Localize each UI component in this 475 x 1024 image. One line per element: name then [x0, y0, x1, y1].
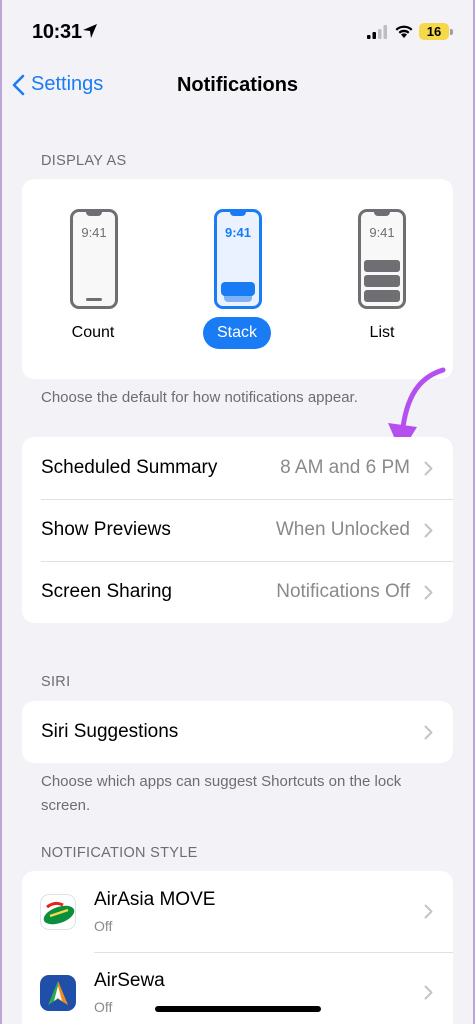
- count-phone-icon: 9:41: [70, 209, 118, 309]
- screen-sharing-label: Screen Sharing: [41, 581, 172, 602]
- siri-header: SIRI: [41, 674, 71, 690]
- chevron-right-icon: [424, 904, 433, 919]
- airsewa-app-icon: [40, 974, 76, 1011]
- battery-indicator: 16: [419, 23, 449, 40]
- page-title: Notifications: [176, 74, 299, 96]
- battery-cap: [450, 29, 453, 35]
- siri-suggestions-row[interactable]: Siri Suggestions: [22, 701, 453, 763]
- airasia-move-text: AirAsia MOVE Off: [94, 889, 424, 934]
- display-as-header: DISPLAY AS: [41, 153, 127, 169]
- chevron-right-icon: [424, 985, 433, 1000]
- app-row-airasia-move[interactable]: AirAsia MOVE Off: [22, 871, 453, 952]
- location-arrow-icon: [83, 24, 97, 38]
- cellular-signal-icon: [367, 25, 387, 39]
- screen-sharing-row[interactable]: Screen Sharing Notifications Off: [22, 561, 453, 623]
- display-option-list[interactable]: 9:41 List: [327, 179, 437, 379]
- airasia-move-name: AirAsia MOVE: [94, 889, 216, 910]
- siri-footer: Choose which apps can suggest Shortcuts …: [41, 773, 402, 814]
- app-list-card: AirAsia MOVE Off AirSewa Off: [22, 871, 453, 1024]
- siri-suggestions-label: Siri Suggestions: [41, 721, 179, 742]
- chevron-right-icon: [424, 585, 433, 599]
- list-phone-time: 9:41: [369, 225, 395, 240]
- airasia-move-app-icon: [40, 893, 76, 930]
- scheduled-summary-label: Scheduled Summary: [41, 457, 218, 478]
- status-bar: 10:31 16: [0, 0, 475, 62]
- navigation-bar: Settings Notifications: [0, 62, 475, 108]
- app-row-airsewa[interactable]: AirSewa Off: [22, 952, 453, 1024]
- stack-selected-pill: Stack: [203, 317, 271, 349]
- screen-sharing-value: Notifications Off: [276, 581, 410, 602]
- notification-settings-card: Scheduled Summary 8 AM and 6 PM Show Pre…: [22, 437, 453, 623]
- chevron-right-icon: [424, 461, 433, 475]
- chevron-right-icon: [424, 523, 433, 537]
- count-label: Count: [71, 324, 115, 341]
- scheduled-summary-value: 8 AM and 6 PM: [280, 457, 410, 478]
- list-phone-icon: 9:41: [358, 209, 406, 309]
- chevron-right-icon: [424, 725, 433, 739]
- scheduled-summary-row[interactable]: Scheduled Summary 8 AM and 6 PM: [22, 437, 453, 499]
- display-option-count[interactable]: 9:41 Count: [38, 179, 148, 379]
- list-label: List: [369, 324, 395, 341]
- count-phone-time: 9:41: [81, 225, 107, 240]
- airsewa-name: AirSewa: [94, 970, 165, 991]
- siri-card: Siri Suggestions: [22, 701, 453, 763]
- display-option-stack[interactable]: 9:41 Stack: [182, 179, 292, 379]
- airasia-move-status: Off: [94, 918, 113, 934]
- stack-phone-time: 9:41: [224, 225, 252, 240]
- display-as-card: 9:41 Count 9:41 Stack 9:41 List: [22, 179, 453, 379]
- home-indicator[interactable]: [155, 1006, 321, 1012]
- stack-phone-icon: 9:41: [214, 209, 262, 309]
- notification-style-header: NOTIFICATION STYLE: [41, 845, 198, 861]
- show-previews-label: Show Previews: [41, 519, 171, 540]
- status-time: 10:31: [32, 21, 82, 43]
- show-previews-value: When Unlocked: [275, 519, 410, 540]
- wifi-icon: [395, 25, 413, 38]
- show-previews-row[interactable]: Show Previews When Unlocked: [22, 499, 453, 561]
